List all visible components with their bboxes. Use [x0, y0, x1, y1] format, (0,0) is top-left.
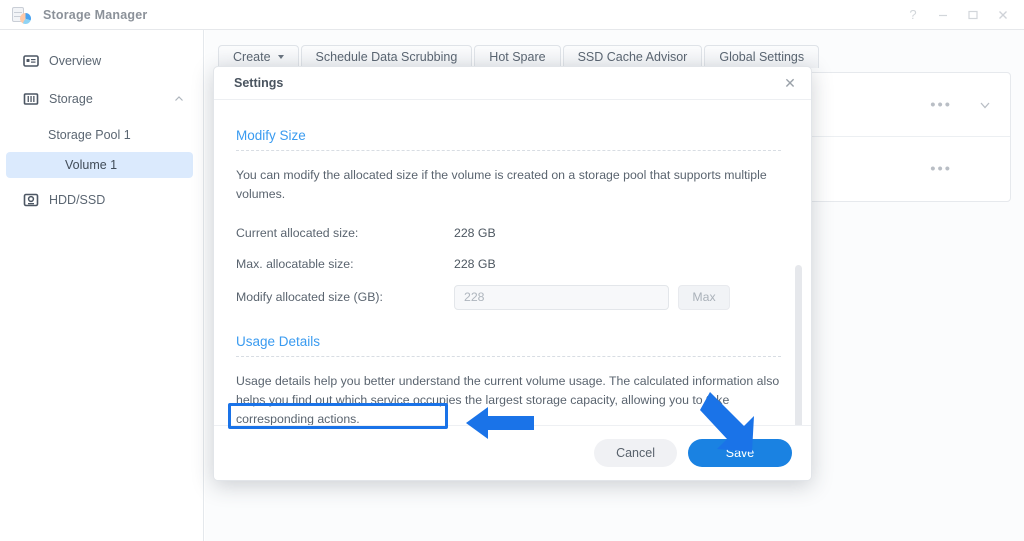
field-label: Current allocated size: — [236, 225, 359, 240]
sidebar-item-label: Overview — [49, 53, 102, 68]
sidebar-item-label: Storage — [49, 91, 93, 106]
window-title: Storage Manager — [43, 7, 148, 22]
tab-label: Schedule Data Scrubbing — [315, 50, 458, 64]
chevron-down-icon — [277, 55, 284, 59]
max-allocatable-size-row: Max. allocatable size: 228 GB — [236, 249, 781, 278]
dialog-title: Settings — [234, 76, 284, 90]
field-value: 228 GB — [454, 256, 496, 271]
sidebar-item-storage[interactable]: Storage — [6, 84, 195, 113]
sidebar-item-label: Volume 1 — [65, 158, 118, 172]
tab-schedule-data-scrubbing[interactable]: Schedule Data Scrubbing — [300, 45, 473, 68]
overview-icon — [23, 54, 39, 67]
help-button[interactable]: ? — [898, 1, 928, 29]
settings-dialog: Settings ✕ Modify Size You can modify th… — [213, 66, 812, 481]
window-titlebar: Storage Manager ? — [0, 0, 1024, 30]
tab-hot-spare[interactable]: Hot Spare — [474, 45, 561, 68]
chevron-down-icon[interactable] — [978, 98, 992, 112]
current-allocated-size-row: Current allocated size: 228 GB — [236, 218, 781, 247]
modify-size-heading: Modify Size — [236, 128, 306, 143]
toolbar-tabs: Create Schedule Data Scrubbing Hot Spare… — [218, 44, 820, 68]
close-icon: ✕ — [784, 74, 796, 91]
tab-create[interactable]: Create — [218, 45, 299, 68]
storage-manager-icon — [11, 5, 31, 25]
save-button[interactable]: Save — [688, 439, 792, 467]
main-content: Create Schedule Data Scrubbing Hot Spare… — [205, 30, 1024, 541]
section-divider — [236, 150, 781, 151]
sidebar-item-label: Storage Pool 1 — [48, 128, 131, 142]
dialog-footer: Cancel Save — [214, 425, 811, 480]
minimize-button[interactable] — [928, 1, 958, 29]
storage-manager-window: Storage Manager ? Overview Storage Stora… — [0, 0, 1024, 541]
tab-global-settings[interactable]: Global Settings — [704, 45, 820, 68]
tab-label: Hot Spare — [489, 50, 546, 64]
storage-icon — [23, 92, 39, 105]
dialog-header: Settings ✕ — [214, 67, 811, 100]
tab-ssd-cache-advisor[interactable]: SSD Cache Advisor — [562, 45, 703, 68]
tab-label: Create — [233, 50, 271, 64]
max-button[interactable]: Max — [678, 284, 730, 310]
close-icon — [999, 10, 1007, 19]
more-options-icon[interactable]: ••• — [930, 162, 952, 177]
field-label: Modify allocated size (GB): — [236, 290, 383, 304]
modify-size-description: You can modify the allocated size if the… — [236, 168, 767, 201]
maximize-button[interactable] — [958, 1, 988, 29]
chevron-up-icon[interactable] — [173, 93, 185, 105]
tab-label: Global Settings — [719, 50, 805, 64]
modify-allocated-size-row: Modify allocated size (GB): Max — [236, 280, 781, 314]
hdd-ssd-icon — [23, 193, 39, 206]
sidebar: Overview Storage Storage Pool 1 Volume 1 — [0, 30, 204, 541]
usage-details-description: Usage details help you better understand… — [236, 374, 780, 426]
maximize-icon — [968, 10, 978, 19]
section-divider — [236, 356, 781, 357]
minimize-icon — [939, 14, 947, 16]
close-button[interactable] — [988, 1, 1018, 29]
window-controls: ? — [898, 1, 1024, 29]
usage-details-heading: Usage Details — [236, 334, 321, 349]
sidebar-item-overview[interactable]: Overview — [6, 46, 195, 75]
cancel-button[interactable]: Cancel — [594, 439, 677, 467]
dialog-close-button[interactable]: ✕ — [779, 72, 801, 94]
sidebar-item-hdd-ssd[interactable]: HDD/SSD — [6, 185, 195, 214]
sidebar-item-volume-1[interactable]: Volume 1 — [6, 152, 193, 178]
sidebar-item-storage-pool-1[interactable]: Storage Pool 1 — [6, 122, 193, 148]
sidebar-item-label: HDD/SSD — [49, 192, 106, 207]
modify-allocated-size-input[interactable] — [454, 284, 669, 310]
field-value: 228 GB — [454, 225, 496, 240]
dialog-body: Modify Size You can modify the allocated… — [214, 100, 811, 470]
help-icon: ? — [909, 7, 917, 22]
more-options-icon[interactable]: ••• — [930, 97, 952, 112]
tab-label: SSD Cache Advisor — [577, 50, 688, 64]
field-label: Max. allocatable size: — [236, 256, 354, 271]
